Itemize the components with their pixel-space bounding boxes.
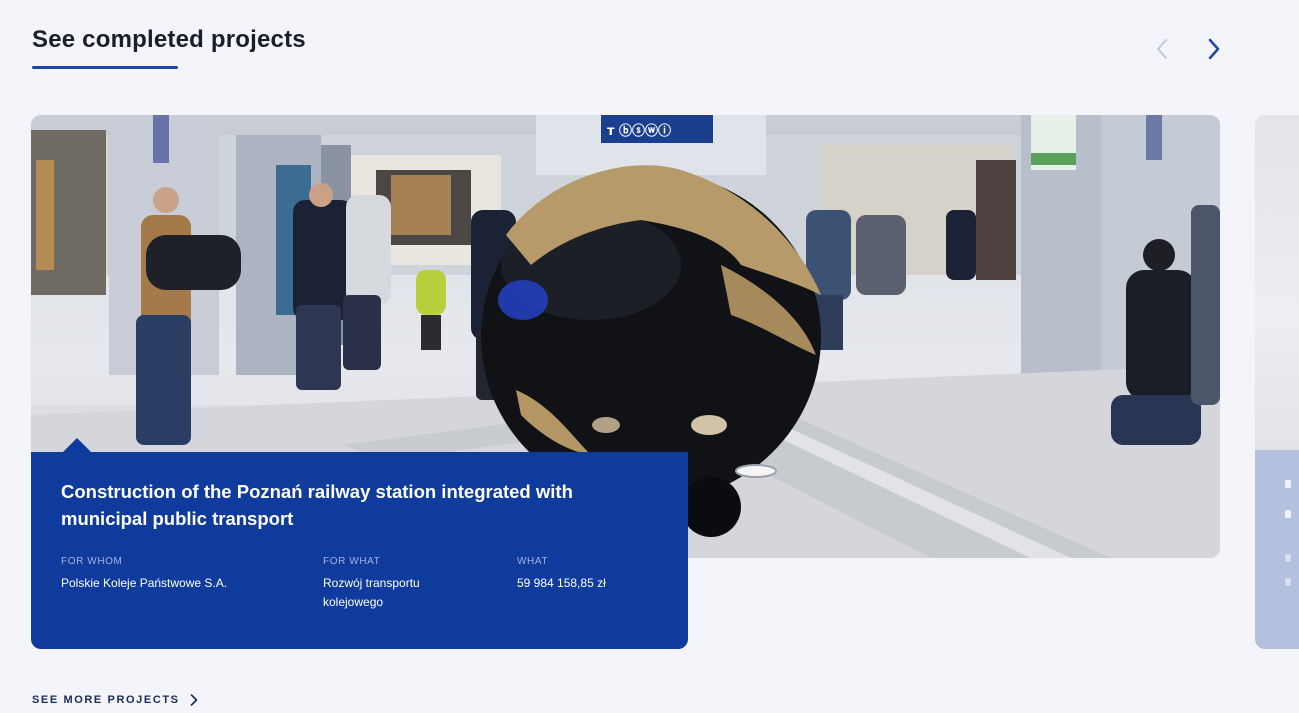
projects-section: See completed projects ᴛ ⓑⓢⓦⓘ Constructi… <box>0 0 1299 713</box>
project-info-box[interactable]: Construction of the Poznań railway stati… <box>31 452 688 649</box>
for-what-value: Rozwój transportu kolejowego <box>323 576 420 609</box>
next-project-info <box>1255 450 1299 649</box>
project-title[interactable]: Construction of the Poznań railway stati… <box>61 478 641 532</box>
see-more-projects-link[interactable]: SEE MORE PROJECTS <box>32 694 198 706</box>
carousel-next-button[interactable] <box>1201 34 1227 64</box>
next-project-text-fragment <box>1285 554 1291 562</box>
chevron-right-icon <box>190 694 198 706</box>
for-what-label: FOR WHAT <box>323 556 381 567</box>
title-underline <box>32 66 178 69</box>
see-more-label: SEE MORE PROJECTS <box>32 694 180 706</box>
next-project-card[interactable] <box>1255 115 1299 649</box>
next-project-text-fragment <box>1285 578 1291 586</box>
next-project-photo <box>1255 115 1299 450</box>
info-notch <box>62 438 92 453</box>
next-project-text-fragment <box>1285 510 1291 518</box>
chevron-right-icon <box>1208 38 1220 60</box>
for-whom-value: Polskie Koleje Państwowe S.A. <box>61 576 228 590</box>
next-project-text-fragment <box>1285 480 1291 488</box>
chevron-left-icon <box>1157 39 1167 59</box>
carousel-prev-button[interactable] <box>1149 34 1175 64</box>
what-label: WHAT <box>517 556 549 567</box>
station-sign-text: ᴛ ⓑⓢⓦⓘ <box>607 123 671 139</box>
for-whom-label: FOR WHOM <box>61 556 123 567</box>
what-value: 59 984 158,85 zł <box>517 576 606 590</box>
section-title: See completed projects <box>32 26 306 53</box>
